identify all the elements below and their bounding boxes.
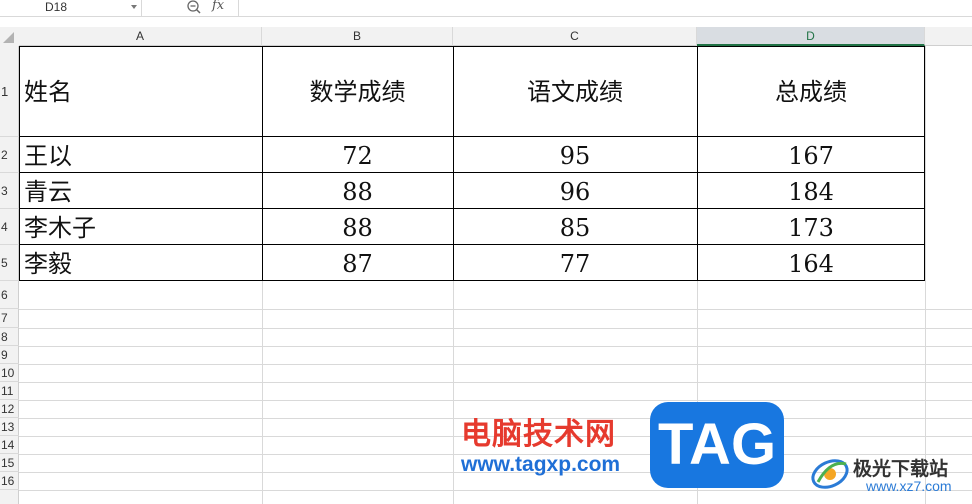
select-all-triangle-icon — [3, 32, 14, 43]
grid-line — [19, 400, 972, 401]
header-cell-name[interactable]: 姓名 — [24, 80, 72, 104]
header-cell-chinese[interactable]: 语文成绩 — [453, 80, 697, 104]
row-header-9[interactable]: 9 — [0, 346, 19, 364]
table-border — [19, 208, 925, 209]
row-header-11[interactable]: 11 — [0, 382, 19, 400]
row-header-5[interactable]: 5 — [0, 245, 19, 281]
row-header-3[interactable]: 3 — [0, 173, 19, 209]
zoom-out-icon[interactable] — [186, 0, 204, 15]
cell-name[interactable]: 李木子 — [24, 216, 96, 240]
header-cell-total[interactable]: 总成绩 — [697, 80, 925, 104]
watermark-title: 电脑技术网 — [461, 418, 616, 451]
row-header-16[interactable]: 16 — [0, 472, 19, 490]
column-header-c[interactable]: C — [453, 27, 697, 46]
insert-function-button[interactable]: fx — [212, 0, 224, 14]
cell-chinese[interactable]: 77 — [453, 252, 697, 276]
column-header-b[interactable]: B — [262, 27, 453, 46]
watermark-url: www.tagxp.com — [461, 453, 621, 476]
grid-line — [19, 364, 972, 365]
cell-math[interactable]: 72 — [262, 144, 453, 168]
row-header-6[interactable]: 6 — [0, 281, 19, 309]
grid-line — [19, 328, 972, 329]
cell-total[interactable]: 184 — [697, 180, 925, 204]
row-header-4[interactable]: 4 — [0, 209, 19, 245]
grid-line — [19, 346, 972, 347]
cell-total[interactable]: 167 — [697, 144, 925, 168]
row-header-7[interactable]: 7 — [0, 309, 19, 328]
cell-name[interactable]: 青云 — [24, 180, 72, 204]
grid-line — [19, 382, 972, 383]
cell-name[interactable]: 王以 — [24, 144, 72, 168]
row-header-1[interactable]: 1 — [0, 46, 19, 137]
row-header-12[interactable]: 12 — [0, 400, 19, 418]
table-border — [19, 136, 925, 137]
cell-math[interactable]: 88 — [262, 216, 453, 240]
watermark-tag-logo: TAG — [650, 402, 784, 488]
table-border — [19, 244, 925, 245]
cell-math[interactable]: 87 — [262, 252, 453, 276]
cell-name[interactable]: 李毅 — [24, 252, 72, 276]
name-box-dropdown-icon[interactable] — [131, 5, 137, 9]
cell-total[interactable]: 173 — [697, 216, 925, 240]
watermark-brand: 极光下载站 — [853, 459, 949, 480]
name-box[interactable] — [0, 0, 142, 17]
header-cell-math[interactable]: 数学成绩 — [262, 80, 453, 104]
cell-chinese[interactable]: 95 — [453, 144, 697, 168]
formula-input[interactable] — [238, 0, 972, 17]
table-border — [19, 172, 925, 173]
row-header-14[interactable]: 14 — [0, 436, 19, 454]
row-header-2[interactable]: 2 — [0, 137, 19, 173]
cell-chinese[interactable]: 96 — [453, 180, 697, 204]
column-header-d[interactable]: D — [697, 27, 925, 46]
watermark-brand-url: www.xz7.com — [866, 478, 952, 494]
cell-math[interactable]: 88 — [262, 180, 453, 204]
column-header-a[interactable]: A — [19, 27, 262, 46]
row-header-13[interactable]: 13 — [0, 418, 19, 436]
column-header-e[interactable] — [925, 27, 972, 46]
row-header-15[interactable]: 15 — [0, 454, 19, 472]
row-header-10[interactable]: 10 — [0, 364, 19, 382]
cell-chinese[interactable]: 85 — [453, 216, 697, 240]
grid-line — [19, 309, 972, 310]
name-box-value: D18 — [45, 0, 68, 14]
row-header-8[interactable]: 8 — [0, 328, 19, 346]
cell-total[interactable]: 164 — [697, 252, 925, 276]
aurora-logo-icon — [811, 459, 849, 489]
